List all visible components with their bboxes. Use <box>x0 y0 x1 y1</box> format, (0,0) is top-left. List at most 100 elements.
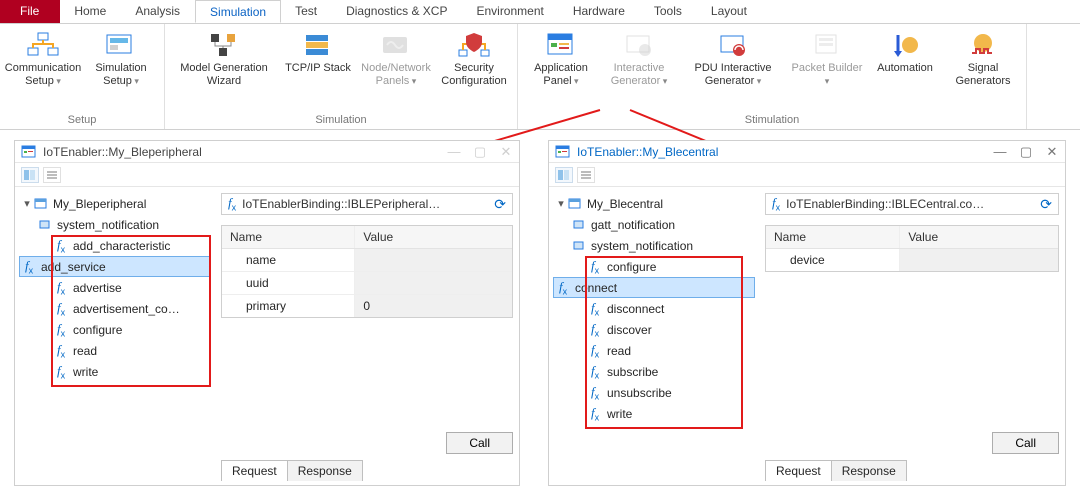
tree-fn-subscribe[interactable]: fxsubscribe <box>553 361 755 382</box>
minimize-button[interactable]: — <box>993 144 1007 160</box>
toolbar-view-split-button[interactable] <box>21 167 39 183</box>
automation-button[interactable]: Automation <box>866 28 944 77</box>
tree-fn-configure[interactable]: fx configure <box>19 319 211 340</box>
tree-fn-write[interactable]: fxwrite <box>553 403 755 424</box>
pdu-interactive-generator-button[interactable]: PDU Interactive Generator ▾ <box>678 28 788 90</box>
toolbar-view-split-button[interactable] <box>555 167 573 183</box>
fx-icon: fx <box>53 302 69 316</box>
breadcrumb-link-icon[interactable]: ⟳ <box>494 196 506 213</box>
tree-gatt-notification[interactable]: gatt_notification <box>553 214 755 235</box>
param-table: Name Value nameuuidprimary0 <box>221 225 513 318</box>
group-label-setup: Setup <box>68 112 97 129</box>
tree-fn-advertise[interactable]: fxadvertise <box>19 277 211 298</box>
param-row[interactable]: name <box>222 249 512 272</box>
param-value[interactable] <box>355 272 512 294</box>
ribbon: Communication Setup ▾ Simulation Setup ▾… <box>0 24 1080 130</box>
simulation-setup-button[interactable]: Simulation Setup ▾ <box>82 28 160 90</box>
tab-test[interactable]: Test <box>281 0 332 23</box>
call-button[interactable]: Call <box>992 432 1059 454</box>
ribbon-group-simulation: Model Generation Wizard TCP/IP Stack Nod… <box>165 24 518 129</box>
ribbon-group-setup: Communication Setup ▾ Simulation Setup ▾… <box>0 24 165 129</box>
tree-fn-configure[interactable]: fxconfigure <box>553 256 755 277</box>
toolbar-view-list-button[interactable] <box>577 167 595 183</box>
tree-fn-connect[interactable]: fxconnect <box>553 277 755 298</box>
param-value[interactable] <box>900 249 1058 271</box>
maximize-button[interactable]: ▢ <box>1019 144 1033 160</box>
tcpip-stack-label: TCP/IP Stack <box>285 62 351 75</box>
tree-fn-discover[interactable]: fxdiscover <box>553 319 755 340</box>
breadcrumb[interactable]: fx IoTEnablerBinding::IBLECentral.co… ⟳ <box>765 193 1059 215</box>
param-row[interactable]: primary0 <box>222 295 512 317</box>
toolbar-view-list-button[interactable] <box>43 167 61 183</box>
tab-layout[interactable]: Layout <box>697 0 762 23</box>
tab-response[interactable]: Response <box>287 460 363 481</box>
close-button[interactable]: ✕ <box>499 144 513 160</box>
security-configuration-button[interactable]: Security Configuration <box>435 28 513 90</box>
call-button[interactable]: Call <box>446 432 513 454</box>
param-name: device <box>766 249 900 271</box>
interactive-generator-button[interactable]: Interactive Generator ▾ <box>600 28 678 90</box>
tree-fn-label: configure <box>73 323 122 337</box>
param-row[interactable]: uuid <box>222 272 512 295</box>
tree-fn-read[interactable]: fxread <box>553 340 755 361</box>
tree-fn-unsubscribe[interactable]: fxunsubscribe <box>553 382 755 403</box>
tab-simulation[interactable]: Simulation <box>195 0 281 23</box>
tree-system-notification[interactable]: system_notification <box>19 214 211 235</box>
model-generation-wizard-label: Model Generation Wizard <box>171 62 277 88</box>
tree-fn-advertisement-co-[interactable]: fxadvertisement_co… <box>19 298 211 319</box>
tab-analysis[interactable]: Analysis <box>121 0 195 23</box>
tree-root[interactable]: ▾ My_Bleperipheral <box>19 193 211 214</box>
minimize-button[interactable]: — <box>447 144 461 160</box>
tree-bleperipheral: ▾ My_Bleperipheral system_notification f… <box>15 187 215 485</box>
col-value: Value <box>355 226 512 248</box>
col-value: Value <box>900 226 1058 248</box>
tree-fn-add-characteristic[interactable]: fxadd_characteristic <box>19 235 211 256</box>
tree-system-notification-label: system_notification <box>591 239 693 253</box>
tree-fn-read[interactable]: fxread <box>19 340 211 361</box>
tree-blecentral: ▾ My_Blecentral gatt_notification system… <box>549 187 759 485</box>
tree-root[interactable]: ▾ My_Blecentral <box>553 193 755 214</box>
close-button[interactable]: ✕ <box>1045 144 1059 160</box>
fx-icon: fx <box>587 407 603 421</box>
tcpip-stack-button[interactable]: TCP/IP Stack <box>279 28 357 77</box>
param-table: Name Value device <box>765 225 1059 272</box>
application-panel-button[interactable]: Application Panel ▾ <box>522 28 600 90</box>
packet-builder-button[interactable]: Packet Builder ▾ <box>788 28 866 90</box>
signal-generators-button[interactable]: Signal Generators <box>944 28 1022 90</box>
tree-fn-add-service[interactable]: fxadd_service <box>19 256 211 277</box>
fx-icon: fx <box>587 365 603 379</box>
tab-request[interactable]: Request <box>221 460 288 481</box>
pdu-generator-icon <box>716 30 750 60</box>
param-value[interactable] <box>355 249 512 271</box>
maximize-button[interactable]: ▢ <box>473 144 487 160</box>
fx-icon: fx <box>53 344 69 358</box>
param-value[interactable]: 0 <box>355 295 512 317</box>
tab-diagnostics-xcp[interactable]: Diagnostics & XCP <box>332 0 462 23</box>
tab-home[interactable]: Home <box>60 0 121 23</box>
tab-hardware[interactable]: Hardware <box>559 0 640 23</box>
communication-setup-button[interactable]: Communication Setup ▾ <box>4 28 82 90</box>
tab-tools[interactable]: Tools <box>640 0 697 23</box>
fx-icon: fx <box>587 344 603 358</box>
tab-environment[interactable]: Environment <box>462 0 558 23</box>
tab-request[interactable]: Request <box>765 460 832 481</box>
breadcrumb-link-icon[interactable]: ⟳ <box>1040 196 1052 213</box>
breadcrumb[interactable]: fx IoTEnablerBinding::IBLEPeripheral… ⟳ <box>221 193 513 215</box>
tree-fn-write[interactable]: fxwrite <box>19 361 211 382</box>
node-network-panels-icon <box>379 30 413 60</box>
fx-icon: fx <box>555 281 571 295</box>
tree-fn-label: advertise <box>73 281 122 295</box>
tree-system-notification[interactable]: system_notification <box>553 235 755 256</box>
param-row[interactable]: device <box>766 249 1058 271</box>
fx-icon: fx <box>53 323 69 337</box>
tab-file[interactable]: File <box>0 0 60 23</box>
tree-fn-disconnect[interactable]: fxdisconnect <box>553 298 755 319</box>
model-generation-wizard-button[interactable]: Model Generation Wizard <box>169 28 279 90</box>
node-network-panels-button[interactable]: Node/Network Panels ▾ <box>357 28 435 90</box>
tab-response[interactable]: Response <box>831 460 907 481</box>
fx-icon: fx <box>53 239 69 253</box>
tree-gatt-notification-label: gatt_notification <box>591 218 675 232</box>
tree-fn-label: read <box>73 344 97 358</box>
object-icon <box>567 197 583 211</box>
tree-system-notification-label: system_notification <box>57 218 159 232</box>
